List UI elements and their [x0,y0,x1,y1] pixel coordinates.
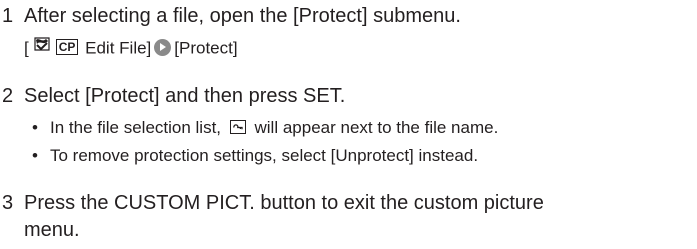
step-text: Select [Protect] and then press SET. [24,85,346,107]
menu-path: [ CP Edit File] [Protect] [24,37,238,61]
step-3-continuation: menu. [24,219,80,241]
step-2: 2 Select [Protect] and then press SET. [2,83,345,109]
bullet-item-1: • In the file selection list, will appear… [32,117,498,139]
step-3: 3 Press the CUSTOM PICT. button to exit t… [2,190,544,216]
bullet-item-2: • To remove protection settings, select [… [32,145,478,167]
cp-label: CP [55,39,79,55]
custom-picture-icon [32,35,52,59]
step-text: After selecting a file, open the [Protec… [24,5,461,27]
bullet-text-after: will appear next to the file name. [254,118,499,137]
path-open-bracket: [ [24,38,29,58]
step-number: 1 [2,5,14,27]
step-number: 2 [2,85,14,107]
bullet-dot: • [32,118,38,137]
bullet-text: To remove protection settings, select [U… [50,146,479,165]
right-arrow-circle-icon [154,38,172,56]
step-number: 3 [2,192,14,214]
protect-icon [229,119,246,134]
path-target: [Protect] [174,38,238,58]
bullet-text-before: In the file selection list, [50,118,222,137]
step-text: Press the CUSTOM PICT. button to exit th… [24,192,544,214]
path-edit-file: Edit File] [85,38,152,58]
bullet-dot: • [32,146,38,165]
step-1: 1 After selecting a file, open the [Prote… [2,3,461,29]
